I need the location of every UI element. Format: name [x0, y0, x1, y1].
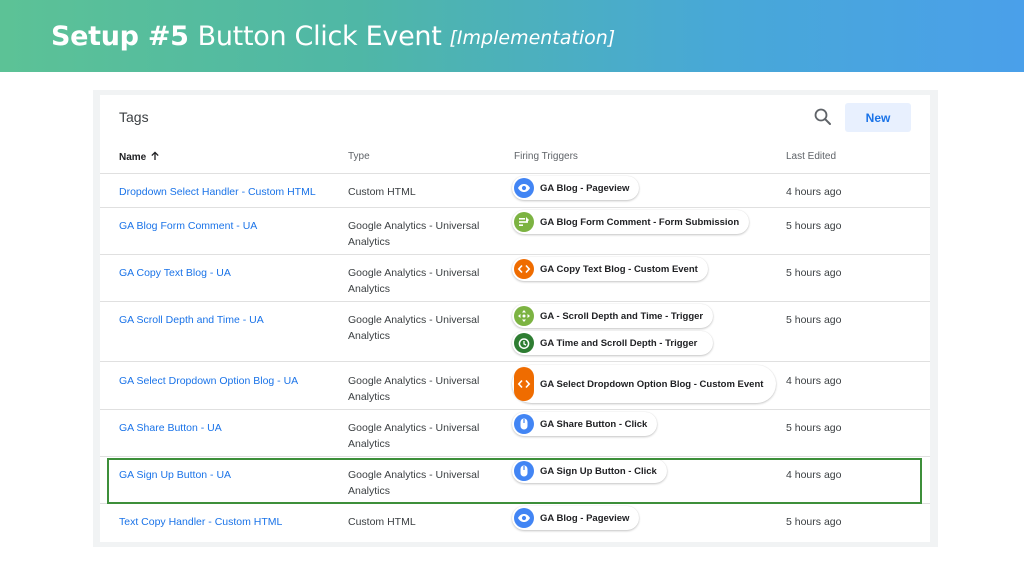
timer-clock-icon: [514, 333, 534, 353]
trigger-chip[interactable]: GA Blog - Pageview: [512, 176, 640, 200]
trigger-chip[interactable]: GA Sign Up Button - Click: [512, 459, 667, 483]
tag-name-link[interactable]: GA Sign Up Button - UA: [119, 469, 231, 481]
tag-name-link[interactable]: GA Scroll Depth and Time - UA: [119, 314, 264, 326]
tag-name-link[interactable]: GA Copy Text Blog - UA: [119, 267, 231, 279]
trigger-label: GA Blog - Pageview: [540, 512, 630, 524]
trigger-chip[interactable]: GA Time and Scroll Depth - Trigger: [512, 331, 714, 355]
column-header-name[interactable]: Name: [119, 151, 160, 164]
tag-type: Custom HTML: [348, 186, 416, 198]
tag-name-link[interactable]: Text Copy Handler - Custom HTML: [119, 516, 282, 528]
trigger-chip[interactable]: GA Copy Text Blog - Custom Event: [512, 257, 708, 281]
row-divider: [100, 409, 930, 410]
trigger-label: GA Blog - Pageview: [540, 182, 630, 194]
row-divider: [100, 173, 930, 174]
click-mouse-icon: [514, 461, 534, 481]
last-edited: 5 hours ago: [786, 422, 842, 434]
last-edited: 4 hours ago: [786, 469, 842, 481]
last-edited: 5 hours ago: [786, 267, 842, 279]
trigger-label: GA Time and Scroll Depth - Trigger: [540, 337, 698, 349]
tag-type: Google Analytics - Universal Analytics: [348, 314, 480, 342]
trigger-label: GA Sign Up Button - Click: [540, 465, 657, 477]
trigger-label: GA Share Button - Click: [540, 418, 648, 430]
sort-arrow-up-icon: [150, 151, 160, 164]
firing-triggers: GA Blog - Pageview: [512, 506, 640, 530]
tag-type: Google Analytics - Universal Analytics: [348, 220, 480, 248]
last-edited: 5 hours ago: [786, 314, 842, 326]
search-icon[interactable]: [811, 105, 835, 129]
row-divider: [100, 456, 930, 457]
firing-triggers: GA Blog - Pageview: [512, 176, 640, 200]
tag-name-link[interactable]: Dropdown Select Handler - Custom HTML: [119, 186, 316, 198]
row-divider: [100, 301, 930, 302]
column-header-type[interactable]: Type: [348, 151, 370, 162]
trigger-label: GA - Scroll Depth and Time - Trigger: [540, 310, 704, 322]
column-header-name-label: Name: [119, 152, 147, 163]
firing-triggers: GA Copy Text Blog - Custom Event: [512, 257, 708, 281]
tags-card: Tags New Name Type Firing Triggers Last …: [100, 95, 930, 542]
firing-triggers: GA Select Dropdown Option Blog - Custom …: [512, 365, 776, 403]
tag-type: Google Analytics - Universal Analytics: [348, 422, 480, 450]
firing-triggers: GA - Scroll Depth and Time - Trigger GA T…: [512, 304, 714, 355]
new-button[interactable]: New: [845, 103, 911, 132]
trigger-label: GA Select Dropdown Option Blog - Custom …: [540, 378, 764, 390]
trigger-label: GA Blog Form Comment - Form Submission: [540, 216, 740, 228]
firing-triggers: GA Sign Up Button - Click: [512, 459, 667, 483]
tag-name-link[interactable]: GA Share Button - UA: [119, 422, 222, 434]
column-header-last-edited[interactable]: Last Edited: [786, 151, 836, 162]
trigger-chip[interactable]: GA Select Dropdown Option Blog - Custom …: [512, 365, 776, 403]
trigger-label: GA Copy Text Blog - Custom Event: [540, 263, 698, 275]
row-divider: [100, 361, 930, 362]
custom-event-code-icon: [514, 367, 534, 401]
firing-triggers: GA Blog Form Comment - Form Submission: [512, 210, 750, 234]
tag-name-link[interactable]: GA Select Dropdown Option Blog - UA: [119, 375, 298, 387]
tag-type: Google Analytics - Universal Analytics: [348, 267, 480, 295]
tag-type: Google Analytics - Universal Analytics: [348, 375, 480, 403]
custom-event-code-icon: [514, 259, 534, 279]
row-divider: [100, 503, 930, 504]
title-banner: Setup #5 Button Click Event [Implementat…: [0, 0, 1024, 72]
tag-type: Google Analytics - Universal Analytics: [348, 469, 480, 497]
trigger-chip[interactable]: GA - Scroll Depth and Time - Trigger: [512, 304, 714, 328]
column-header-firing-triggers[interactable]: Firing Triggers: [514, 151, 578, 162]
last-edited: 5 hours ago: [786, 516, 842, 528]
card-title: Tags: [119, 109, 149, 125]
trigger-chip[interactable]: GA Blog - Pageview: [512, 506, 640, 530]
row-divider: [100, 207, 930, 208]
tag-name-link[interactable]: GA Blog Form Comment - UA: [119, 220, 257, 232]
last-edited: 5 hours ago: [786, 220, 842, 232]
row-divider: [100, 254, 930, 255]
tag-type: Custom HTML: [348, 516, 416, 528]
banner-subtitle: [Implementation]: [449, 27, 616, 49]
form-submission-icon: [514, 212, 534, 232]
firing-triggers: GA Share Button - Click: [512, 412, 658, 436]
click-mouse-icon: [514, 414, 534, 434]
last-edited: 4 hours ago: [786, 186, 842, 198]
pageview-eye-icon: [514, 508, 534, 528]
trigger-chip[interactable]: GA Blog Form Comment - Form Submission: [512, 210, 750, 234]
banner-setup-number: Setup #5: [51, 20, 189, 52]
scroll-depth-icon: [514, 306, 534, 326]
banner-title: Button Click Event: [197, 20, 442, 52]
trigger-chip[interactable]: GA Share Button - Click: [512, 412, 658, 436]
pageview-eye-icon: [514, 178, 534, 198]
last-edited: 4 hours ago: [786, 375, 842, 387]
